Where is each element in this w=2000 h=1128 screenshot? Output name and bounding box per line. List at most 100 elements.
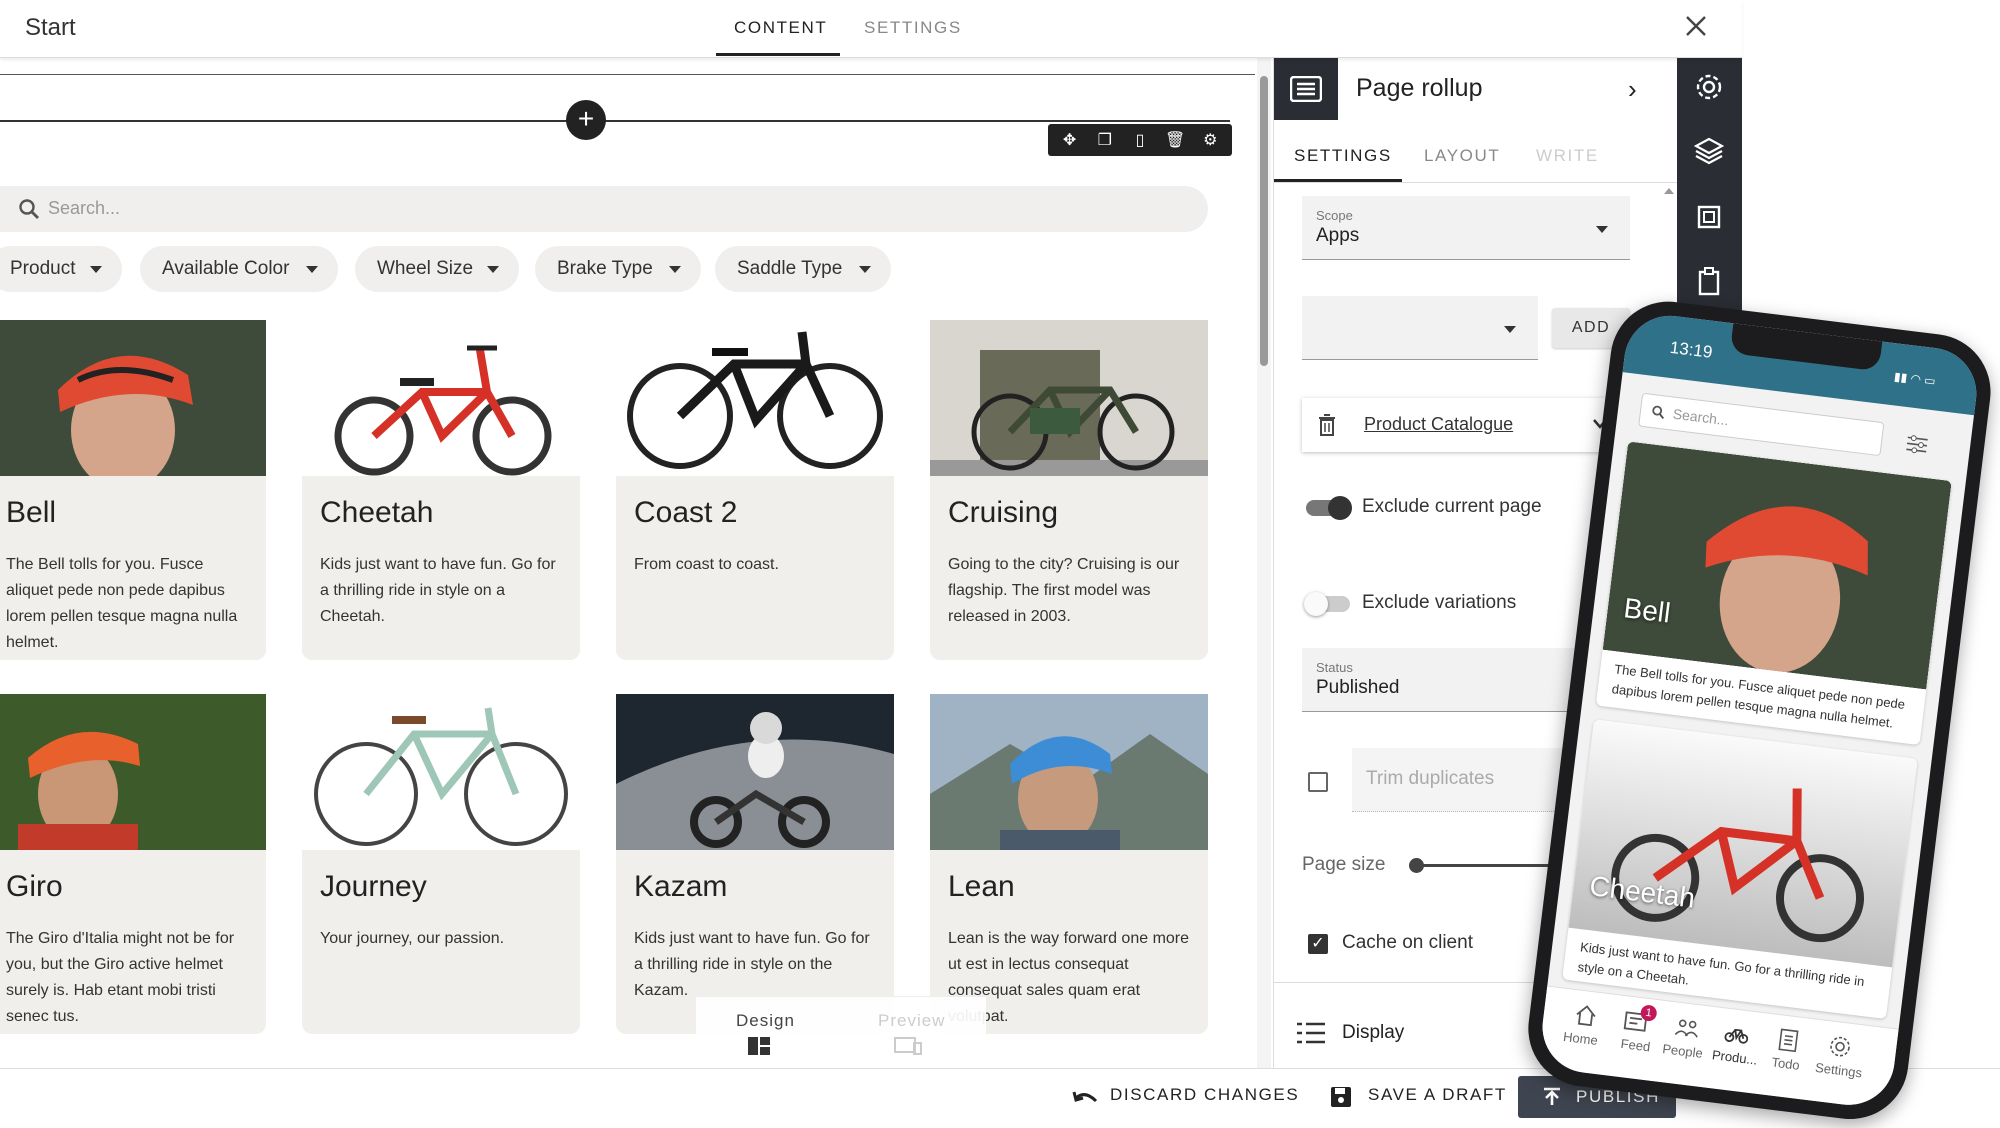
cache-on-client-checkbox[interactable]: ✓ xyxy=(1308,934,1328,954)
phone-card-cheetah[interactable]: Cheetah Kids just want to have fun. Go f… xyxy=(1562,719,1918,1020)
bike-icon[interactable] xyxy=(1723,1021,1750,1048)
exclude-variations-toggle[interactable] xyxy=(1304,592,1350,616)
chevron-right-icon[interactable]: › xyxy=(1628,74,1637,105)
scrollbar-thumb[interactable] xyxy=(1260,76,1268,366)
phone-time: 13:19 xyxy=(1668,337,1714,362)
delete-icon[interactable]: 🗑 xyxy=(1161,130,1189,150)
card-description: The Giro d'Italia might not be for you, … xyxy=(6,930,235,1025)
people-icon[interactable] xyxy=(1674,1015,1701,1042)
trim-duplicates-checkbox[interactable] xyxy=(1308,772,1328,792)
product-card-lean[interactable]: Lean Lean is the way forward one more ut… xyxy=(930,694,1208,1034)
product-image-blue-helmet-rider xyxy=(930,694,1208,850)
product-card-cruising[interactable]: Cruising Going to the city? Cruising is … xyxy=(930,320,1208,660)
status-label: Status xyxy=(1316,660,1353,675)
devices-icon xyxy=(894,1037,922,1055)
card-description: Going to the city? Cruising is our flags… xyxy=(948,556,1180,625)
filter-label: Available Color xyxy=(162,258,290,279)
filter-product[interactable]: Product xyxy=(0,246,122,292)
layout-grid-icon xyxy=(748,1037,770,1055)
filter-label: Brake Type xyxy=(557,258,653,279)
editor-canvas: + ✥ ❐ ▯ 🗑 ⚙ Search... Product Available … xyxy=(0,58,1255,1068)
discard-changes-button[interactable]: DISCARD CHANGES xyxy=(1110,1085,1299,1105)
move-icon[interactable]: ✥ xyxy=(1056,130,1084,150)
block-toolbar: ✥ ❐ ▯ 🗑 ⚙ xyxy=(1048,124,1232,156)
product-card-giro[interactable]: Giro The Giro d'Italia might not be for … xyxy=(0,694,266,1034)
card-title: Lean xyxy=(948,870,1015,903)
exclude-variations-label: Exclude variations xyxy=(1362,592,1517,613)
filter-wheel-size[interactable]: Wheel Size xyxy=(355,246,519,292)
panel-title: Page rollup xyxy=(1356,74,1483,102)
todo-icon[interactable] xyxy=(1775,1027,1802,1054)
design-mode-button[interactable]: Design xyxy=(736,1011,795,1031)
gear-icon[interactable] xyxy=(1827,1033,1854,1060)
phone-tab-people[interactable]: People xyxy=(1662,1041,1704,1061)
card-title: Cruising xyxy=(948,496,1059,529)
chevron-down-icon xyxy=(306,266,318,273)
phone-tab-todo[interactable]: Todo xyxy=(1771,1055,1801,1073)
product-card-journey[interactable]: Journey Your journey, our passion. xyxy=(302,694,580,1034)
phone-tab-home[interactable]: Home xyxy=(1562,1029,1598,1048)
insert-line xyxy=(0,120,1230,122)
product-card-cheetah[interactable]: Cheetah Kids just want to have fun. Go f… xyxy=(302,320,580,660)
panel-tab-layout[interactable]: LAYOUT xyxy=(1424,146,1500,166)
trash-icon[interactable] xyxy=(1318,414,1336,436)
chevron-down-icon xyxy=(90,266,102,273)
panel-header-icon-box xyxy=(1274,58,1338,120)
card-description: Your journey, our passion. xyxy=(320,930,505,947)
settings-gear-icon[interactable] xyxy=(1694,72,1724,102)
product-image-orange-helmet-rider xyxy=(0,694,266,850)
filter-saddle-type[interactable]: Saddle Type xyxy=(715,246,891,292)
exclude-current-toggle[interactable] xyxy=(1306,496,1352,520)
card-title: Bell xyxy=(6,496,57,529)
card-description: Kids just want to have fun. Go for a thr… xyxy=(634,930,870,999)
card-title: Coast 2 xyxy=(634,496,738,529)
phone-tab-products[interactable]: Produ... xyxy=(1711,1047,1758,1067)
card-title: Cheetah xyxy=(320,496,434,529)
source-link[interactable]: Product Catalogue xyxy=(1364,414,1513,435)
chevron-down-icon xyxy=(669,266,681,273)
product-card-bell[interactable]: Bell The Bell tolls for you. Fusce aliqu… xyxy=(0,320,266,660)
source-select[interactable] xyxy=(1302,296,1538,360)
filter-brake-type[interactable]: Brake Type xyxy=(535,246,701,292)
frame-select-icon[interactable] xyxy=(1694,202,1724,232)
display-section-header[interactable]: Display xyxy=(1342,1022,1404,1044)
preview-mode-button[interactable]: Preview xyxy=(878,1011,945,1031)
save-icon xyxy=(1331,1087,1351,1107)
card-title: Giro xyxy=(6,870,63,903)
page-size-slider-track[interactable] xyxy=(1414,864,1564,867)
source-item-product-catalogue: Product Catalogue xyxy=(1302,398,1630,452)
gear-icon[interactable]: ⚙ xyxy=(1196,130,1224,150)
filter-label: Product xyxy=(10,258,76,279)
add-section-button[interactable]: + xyxy=(566,100,606,140)
chevron-down-icon xyxy=(487,266,499,273)
clipboard-icon[interactable] xyxy=(1694,266,1724,296)
search-icon xyxy=(1652,405,1665,420)
panel-tab-settings[interactable]: SETTINGS xyxy=(1294,146,1392,166)
save-draft-button[interactable]: SAVE A DRAFT xyxy=(1368,1085,1507,1105)
mobile-icon[interactable]: ▯ xyxy=(1126,130,1154,150)
scope-label: Scope xyxy=(1316,208,1353,223)
product-card-coast-2[interactable]: Coast 2 From coast to coast. xyxy=(616,320,894,660)
top-bar: Start CONTENT SETTINGS xyxy=(0,0,1742,58)
duplicate-icon[interactable]: ❐ xyxy=(1091,130,1119,150)
scope-select[interactable]: Scope Apps xyxy=(1302,196,1630,260)
tab-content[interactable]: CONTENT xyxy=(734,18,827,38)
card-description: The Bell tolls for you. Fusce aliquet pe… xyxy=(6,556,238,651)
filter-sliders-icon[interactable] xyxy=(1905,433,1929,456)
home-icon[interactable] xyxy=(1573,1002,1600,1029)
phone-tab-feed[interactable]: Feed xyxy=(1620,1036,1651,1055)
scroll-up-arrow[interactable] xyxy=(1664,188,1674,194)
product-image-black-ebike xyxy=(616,320,894,476)
panel-tab-write: WRITE xyxy=(1536,146,1599,165)
page-size-slider-knob[interactable] xyxy=(1409,858,1424,873)
canvas-scrollbar[interactable] xyxy=(1257,58,1271,1068)
product-card-kazam[interactable]: Kazam Kids just want to have fun. Go for… xyxy=(616,694,894,1034)
search-input[interactable]: Search... xyxy=(0,186,1208,232)
filter-available-color[interactable]: Available Color xyxy=(140,246,338,292)
layers-icon[interactable] xyxy=(1694,136,1724,166)
phone-tab-settings[interactable]: Settings xyxy=(1814,1060,1862,1081)
tab-settings[interactable]: SETTINGS xyxy=(864,18,962,38)
close-icon[interactable] xyxy=(1682,12,1710,40)
phone-card-bell[interactable]: Bell The Bell tolls for you. Fusce aliqu… xyxy=(1595,441,1952,746)
card-description: From coast to coast. xyxy=(634,556,779,573)
